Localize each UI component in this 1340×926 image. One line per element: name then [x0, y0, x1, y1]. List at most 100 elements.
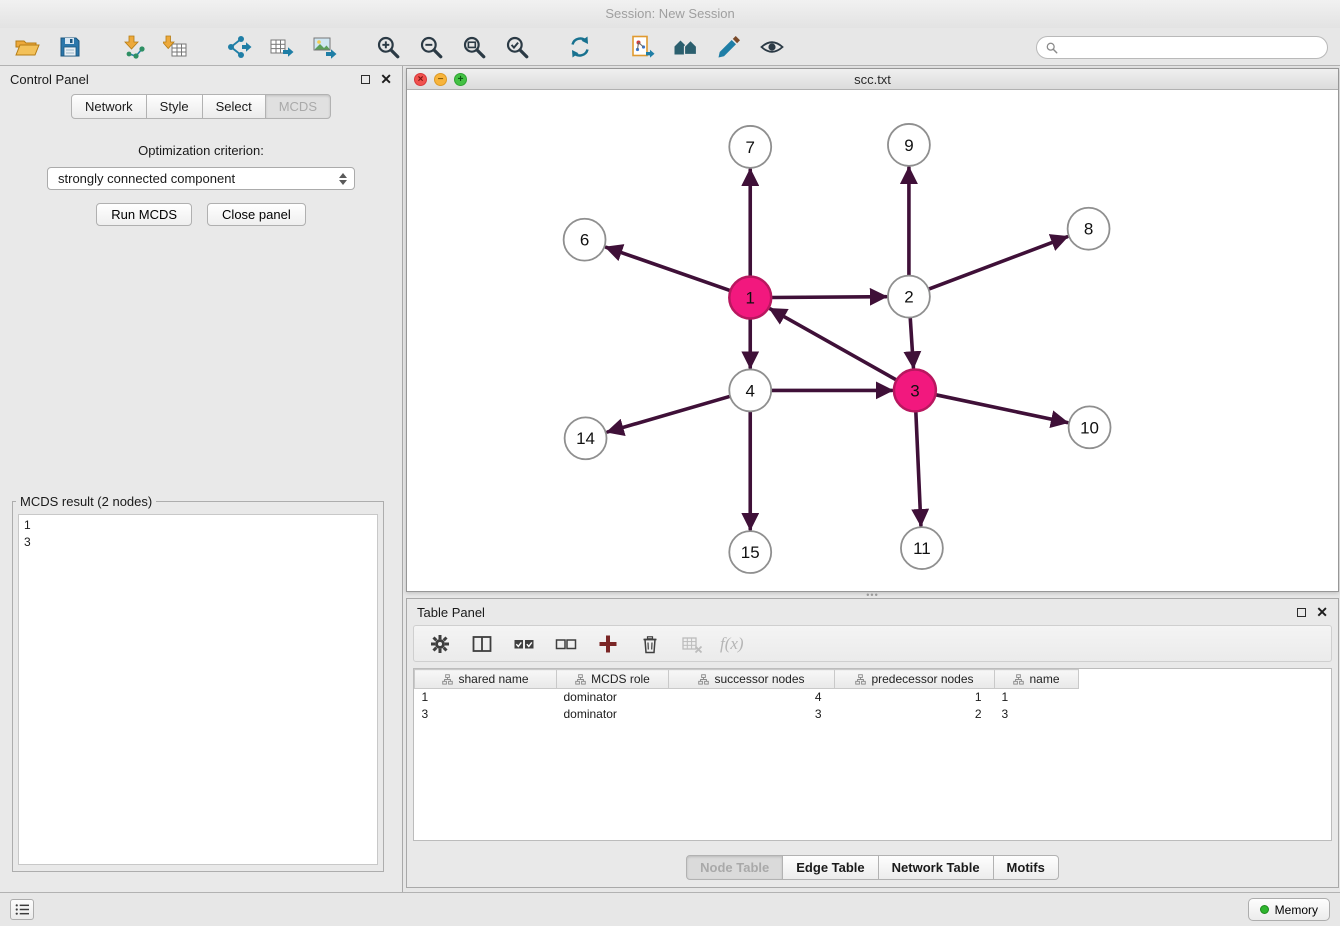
table-cell[interactable]: 1: [995, 689, 1079, 706]
column-header-shared-name[interactable]: shared name: [415, 670, 557, 689]
zoom-selected-button[interactable]: [500, 32, 534, 62]
table-settings-button[interactable]: [426, 630, 453, 657]
tab-network-table[interactable]: Network Table: [878, 855, 994, 880]
table-row[interactable]: 3dominator323: [415, 706, 1079, 723]
node-6[interactable]: 6: [564, 219, 606, 261]
table-cell[interactable]: 1: [835, 689, 995, 706]
column-header-name[interactable]: name: [995, 670, 1079, 689]
close-panel-icon[interactable]: ✕: [380, 72, 392, 86]
table-cell[interactable]: 4: [669, 689, 835, 706]
first-neighbors-button[interactable]: [626, 32, 660, 62]
edge-1-2[interactable]: [771, 297, 886, 298]
close-panel-button[interactable]: Close panel: [207, 203, 306, 226]
add-entry-button[interactable]: [594, 630, 621, 657]
node-2[interactable]: 2: [888, 276, 930, 318]
search-box[interactable]: [1036, 36, 1328, 59]
tab-network[interactable]: Network: [71, 94, 147, 119]
edge-4-14[interactable]: [608, 396, 730, 432]
close-window-button[interactable]: ×: [414, 73, 427, 86]
control-panel-tabs: NetworkStyleSelectMCDS: [0, 94, 402, 119]
table-cell[interactable]: 3: [995, 706, 1079, 723]
optimization-dropdown[interactable]: strongly connected component: [47, 167, 355, 190]
zoom-in-button[interactable]: [371, 32, 405, 62]
apply-style-button[interactable]: [712, 32, 746, 62]
table-panel-tabs: Node TableEdge TableNetwork TableMotifs: [407, 855, 1338, 880]
mcds-result-line: 3: [24, 534, 372, 551]
ui-settings-menu-button[interactable]: [10, 899, 34, 920]
node-15[interactable]: 15: [729, 531, 771, 573]
table-cell[interactable]: 2: [835, 706, 995, 723]
toolbar-separator: [202, 46, 213, 47]
edge-3-11[interactable]: [916, 411, 921, 525]
node-4[interactable]: 4: [729, 369, 771, 411]
node-8[interactable]: 8: [1068, 208, 1110, 250]
node-table-container[interactable]: shared nameMCDS rolesuccessor nodes prede…: [413, 668, 1332, 841]
delete-table-disabled-icon: [681, 633, 703, 655]
node-9[interactable]: 9: [888, 124, 930, 166]
table-cell[interactable]: 3: [415, 706, 557, 723]
edge-2-8[interactable]: [928, 237, 1067, 289]
toolbar-separator: [606, 46, 617, 47]
edge-3-1[interactable]: [770, 309, 896, 380]
node-7[interactable]: 7: [729, 126, 771, 168]
import-table-button[interactable]: [159, 32, 193, 62]
column-label: predecessor nodes: [871, 672, 973, 686]
float-panel-icon[interactable]: [361, 75, 370, 84]
mcds-result-list[interactable]: 13: [18, 514, 378, 865]
delete-table-disabled-button[interactable]: [678, 630, 705, 657]
zoom-out-icon: [418, 34, 444, 60]
function-builder-disabled-button[interactable]: f(x): [720, 630, 744, 657]
minimize-window-button[interactable]: −: [434, 73, 447, 86]
column-header-mcds-role[interactable]: MCDS role: [557, 670, 669, 689]
node-1[interactable]: 1: [729, 277, 771, 319]
node-11[interactable]: 11: [901, 527, 943, 569]
window-titlebar[interactable]: Session: New Session: [0, 0, 1340, 28]
split-panel-button[interactable]: [468, 630, 495, 657]
search-input[interactable]: [1063, 41, 1318, 55]
export-table-button[interactable]: [265, 32, 299, 62]
node-3[interactable]: 3: [894, 369, 936, 411]
import-network-button[interactable]: [116, 32, 150, 62]
zoom-out-button[interactable]: [414, 32, 448, 62]
deselect-all-button[interactable]: [552, 630, 579, 657]
network-window-titlebar[interactable]: × − + scc.txt: [407, 69, 1338, 90]
maximize-window-button[interactable]: +: [454, 73, 467, 86]
zoom-fit-icon: [461, 34, 487, 60]
float-table-panel-icon[interactable]: [1297, 608, 1306, 617]
export-image-button[interactable]: [308, 32, 342, 62]
tab-style[interactable]: Style: [146, 94, 203, 119]
tab-select[interactable]: Select: [202, 94, 266, 119]
save-session-button[interactable]: [53, 32, 87, 62]
table-cell[interactable]: 3: [669, 706, 835, 723]
tab-node-table[interactable]: Node Table: [686, 855, 783, 880]
table-cell[interactable]: dominator: [557, 706, 669, 723]
table-cell[interactable]: 1: [415, 689, 557, 706]
column-header-predecessor-nodes[interactable]: predecessor nodes: [835, 670, 995, 689]
table-row[interactable]: 1dominator411: [415, 689, 1079, 706]
home-pair-button[interactable]: [669, 32, 703, 62]
zoom-fit-button[interactable]: [457, 32, 491, 62]
edge-1-6[interactable]: [606, 247, 730, 290]
run-mcds-button[interactable]: Run MCDS: [96, 203, 192, 226]
column-header-successor-nodes[interactable]: successor nodes: [669, 670, 835, 689]
attribute-type-icon: [855, 674, 866, 685]
delete-entry-icon: [639, 633, 661, 655]
tab-edge-table[interactable]: Edge Table: [782, 855, 878, 880]
open-session-button[interactable]: [10, 32, 44, 62]
select-all-button[interactable]: [510, 630, 537, 657]
close-table-panel-icon[interactable]: ✕: [1316, 605, 1328, 619]
export-network-button[interactable]: [222, 32, 256, 62]
node-14[interactable]: 14: [565, 417, 607, 459]
show-hide-graphics-button[interactable]: [755, 32, 789, 62]
edge-2-3[interactable]: [910, 318, 913, 368]
tab-mcds[interactable]: MCDS: [265, 94, 331, 119]
refresh-layout-button[interactable]: [563, 32, 597, 62]
tab-motifs[interactable]: Motifs: [993, 855, 1059, 880]
node-10[interactable]: 10: [1069, 406, 1111, 448]
edge-3-10[interactable]: [935, 395, 1067, 423]
memory-button[interactable]: Memory: [1248, 898, 1330, 921]
delete-entry-button[interactable]: [636, 630, 663, 657]
zoom-in-icon: [375, 34, 401, 60]
network-canvas[interactable]: 7 9 6 8 1 2 4 3 14 10 15 11: [407, 91, 1338, 591]
table-cell[interactable]: dominator: [557, 689, 669, 706]
